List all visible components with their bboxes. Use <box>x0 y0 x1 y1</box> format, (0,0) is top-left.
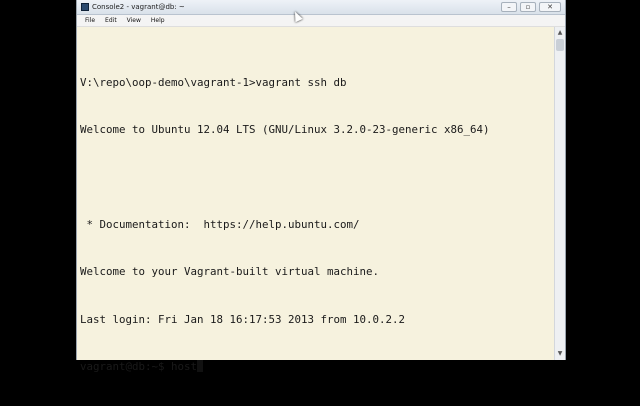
terminal-output: V:\repo\oop-demo\vagrant-1>vagrant ssh d… <box>80 43 555 406</box>
scroll-down-arrow-icon[interactable]: ▼ <box>556 350 564 358</box>
menu-file[interactable]: File <box>85 15 95 26</box>
console-app-icon <box>81 3 89 11</box>
terminal-line: Welcome to Ubuntu 12.04 LTS (GNU/Linux 3… <box>80 122 490 136</box>
console-window: Console2 - vagrant@db: ~ – ▫ ✕ File Edit… <box>76 0 566 373</box>
text-cursor <box>197 359 204 372</box>
prompt-text: vagrant@db:~$ host <box>80 359 198 373</box>
terminal-line: V:\repo\oop-demo\vagrant-1>vagrant ssh d… <box>80 75 347 89</box>
menu-bar: File Edit View Help <box>77 15 565 27</box>
maximize-button[interactable]: ▫ <box>520 2 536 12</box>
terminal-line: Welcome to your Vagrant-built virtual ma… <box>80 265 380 279</box>
scrollbar-thumb[interactable] <box>556 39 564 51</box>
window-title: Console2 - vagrant@db: ~ <box>92 3 185 11</box>
menu-help[interactable]: Help <box>151 15 165 26</box>
terminal-area[interactable]: V:\repo\oop-demo\vagrant-1>vagrant ssh d… <box>77 27 555 373</box>
title-bar[interactable]: Console2 - vagrant@db: ~ – ▫ ✕ <box>77 0 565 15</box>
minimize-button[interactable]: – <box>501 2 517 12</box>
vertical-scrollbar[interactable]: ▲ ▼ <box>554 27 565 360</box>
menu-edit[interactable]: Edit <box>105 15 117 26</box>
scroll-up-arrow-icon[interactable]: ▲ <box>556 29 564 37</box>
menu-view[interactable]: View <box>127 15 141 26</box>
terminal-line: * Documentation: https://help.ubuntu.com… <box>80 217 360 231</box>
window-controls: – ▫ ✕ <box>501 2 561 12</box>
close-button[interactable]: ✕ <box>539 2 561 12</box>
prompt-line[interactable]: vagrant@db:~$ host <box>80 359 555 375</box>
terminal-line: Last login: Fri Jan 18 16:17:53 2013 fro… <box>80 312 406 326</box>
